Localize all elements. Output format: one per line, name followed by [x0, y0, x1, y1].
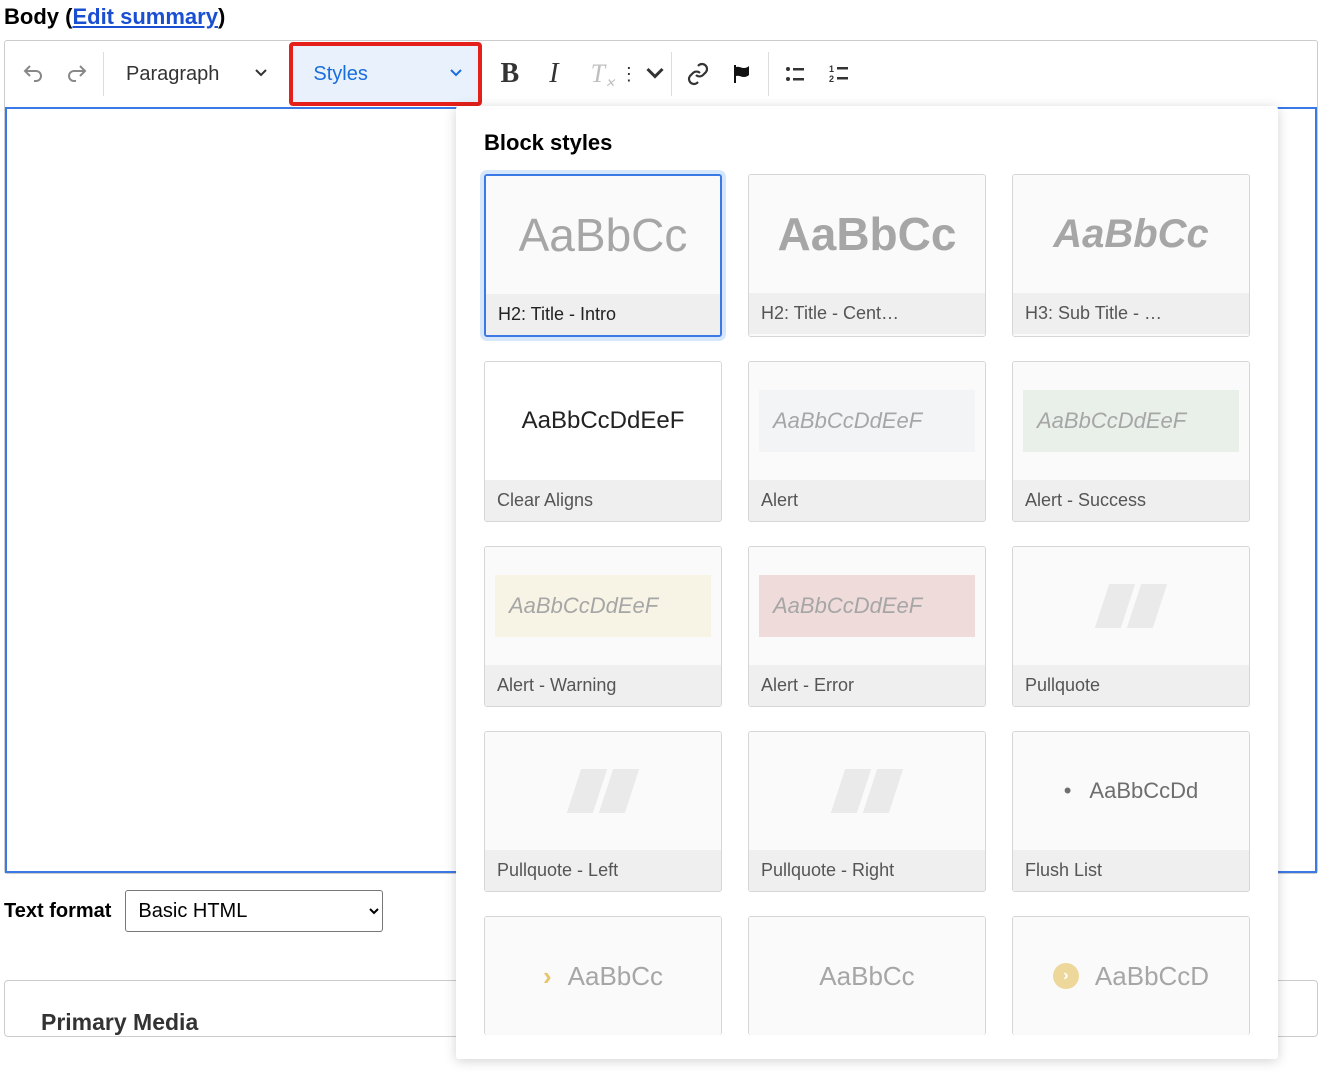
- style-tile-h3-sub[interactable]: AaBbCc H3: Sub Title - …: [1012, 174, 1250, 337]
- style-tile-pullquote[interactable]: Pullquote: [1012, 546, 1250, 707]
- arrow-circle-icon: ›: [1053, 963, 1079, 989]
- style-tile-label: Alert: [749, 480, 985, 521]
- chevron-down-icon: [448, 63, 464, 86]
- style-tile-h2-intro[interactable]: AaBbCc H2: Title - Intro: [484, 174, 722, 337]
- flag-button[interactable]: [720, 52, 764, 96]
- chevron-down-icon: [253, 63, 269, 86]
- style-tile-label: Alert - Success: [1013, 480, 1249, 521]
- undo-button[interactable]: [11, 52, 55, 96]
- style-tile-label: Flush List: [1013, 850, 1249, 891]
- style-tile-clear-aligns[interactable]: AaBbCcDdEeF Clear Aligns: [484, 361, 722, 522]
- style-tile-flush-list[interactable]: AaBbCcDd Flush List: [1012, 731, 1250, 892]
- style-tile-label: H3: Sub Title - …: [1013, 293, 1249, 334]
- styles-dropdown-panel: Block styles AaBbCc H2: Title - Intro Aa…: [456, 106, 1278, 1059]
- numbered-list-button[interactable]: 12: [817, 52, 861, 96]
- style-tile-label: H2: Title - Cent…: [749, 293, 985, 334]
- quote-icon: [1102, 584, 1160, 628]
- style-tile-label: Pullquote - Right: [749, 850, 985, 891]
- style-tile-arrow-3[interactable]: ›AaBbCcD: [1012, 916, 1250, 1035]
- paragraph-label: Paragraph: [126, 63, 219, 86]
- styles-dropdown[interactable]: Styles: [289, 42, 481, 106]
- style-tile-label: Pullquote: [1013, 665, 1249, 706]
- body-label-text: Body: [4, 4, 59, 29]
- svg-text:2: 2: [829, 74, 834, 84]
- link-button[interactable]: [676, 52, 720, 96]
- quote-icon: [574, 769, 632, 813]
- bold-button[interactable]: B: [488, 52, 532, 96]
- style-tile-pullquote-left[interactable]: Pullquote - Left: [484, 731, 722, 892]
- paragraph-dropdown[interactable]: Paragraph: [108, 52, 283, 96]
- styles-label: Styles: [313, 63, 367, 86]
- style-tile-arrow-2[interactable]: AaBbCc: [748, 916, 986, 1035]
- style-tile-alert-success[interactable]: AaBbCcDdEeF Alert - Success: [1012, 361, 1250, 522]
- italic-button[interactable]: I: [532, 52, 576, 96]
- editor-toolbar: Paragraph Styles B I T✕ ⋮ 12: [4, 40, 1318, 874]
- style-tile-label: H2: Title - Intro: [486, 294, 720, 335]
- style-tile-h2-centered[interactable]: AaBbCc H2: Title - Cent…: [748, 174, 986, 337]
- chevron-right-icon: ›: [543, 961, 552, 992]
- style-tile-alert-error[interactable]: AaBbCcDdEeF Alert - Error: [748, 546, 986, 707]
- text-format-select[interactable]: Basic HTML: [125, 890, 383, 932]
- chevron-down-icon: [643, 60, 667, 89]
- dots-vertical-icon: ⋮: [620, 64, 637, 85]
- style-tile-label: Alert - Error: [749, 665, 985, 706]
- clear-format-button[interactable]: T✕: [576, 52, 620, 96]
- style-tile-label: Pullquote - Left: [485, 850, 721, 891]
- text-format-label: Text format: [4, 900, 111, 923]
- edit-summary-link[interactable]: Edit summary: [72, 4, 218, 29]
- body-field-label: Body (Edit summary): [4, 4, 1318, 30]
- svg-text:1: 1: [829, 64, 834, 74]
- style-tile-pullquote-right[interactable]: Pullquote - Right: [748, 731, 986, 892]
- style-tile-label: Clear Aligns: [485, 480, 721, 521]
- style-tile-arrow-1[interactable]: ›AaBbCc: [484, 916, 722, 1035]
- style-tile-alert[interactable]: AaBbCcDdEeF Alert: [748, 361, 986, 522]
- toolbar-separator: [103, 52, 104, 96]
- redo-button[interactable]: [55, 52, 99, 96]
- quote-icon: [838, 769, 896, 813]
- block-styles-heading: Block styles: [484, 130, 1250, 156]
- toolbar-separator: [768, 52, 769, 96]
- style-tile-label: Alert - Warning: [485, 665, 721, 706]
- bullet-list-button[interactable]: [773, 52, 817, 96]
- style-tile-alert-warning[interactable]: AaBbCcDdEeF Alert - Warning: [484, 546, 722, 707]
- toolbar-separator: [671, 52, 672, 96]
- more-button[interactable]: ⋮: [620, 52, 667, 96]
